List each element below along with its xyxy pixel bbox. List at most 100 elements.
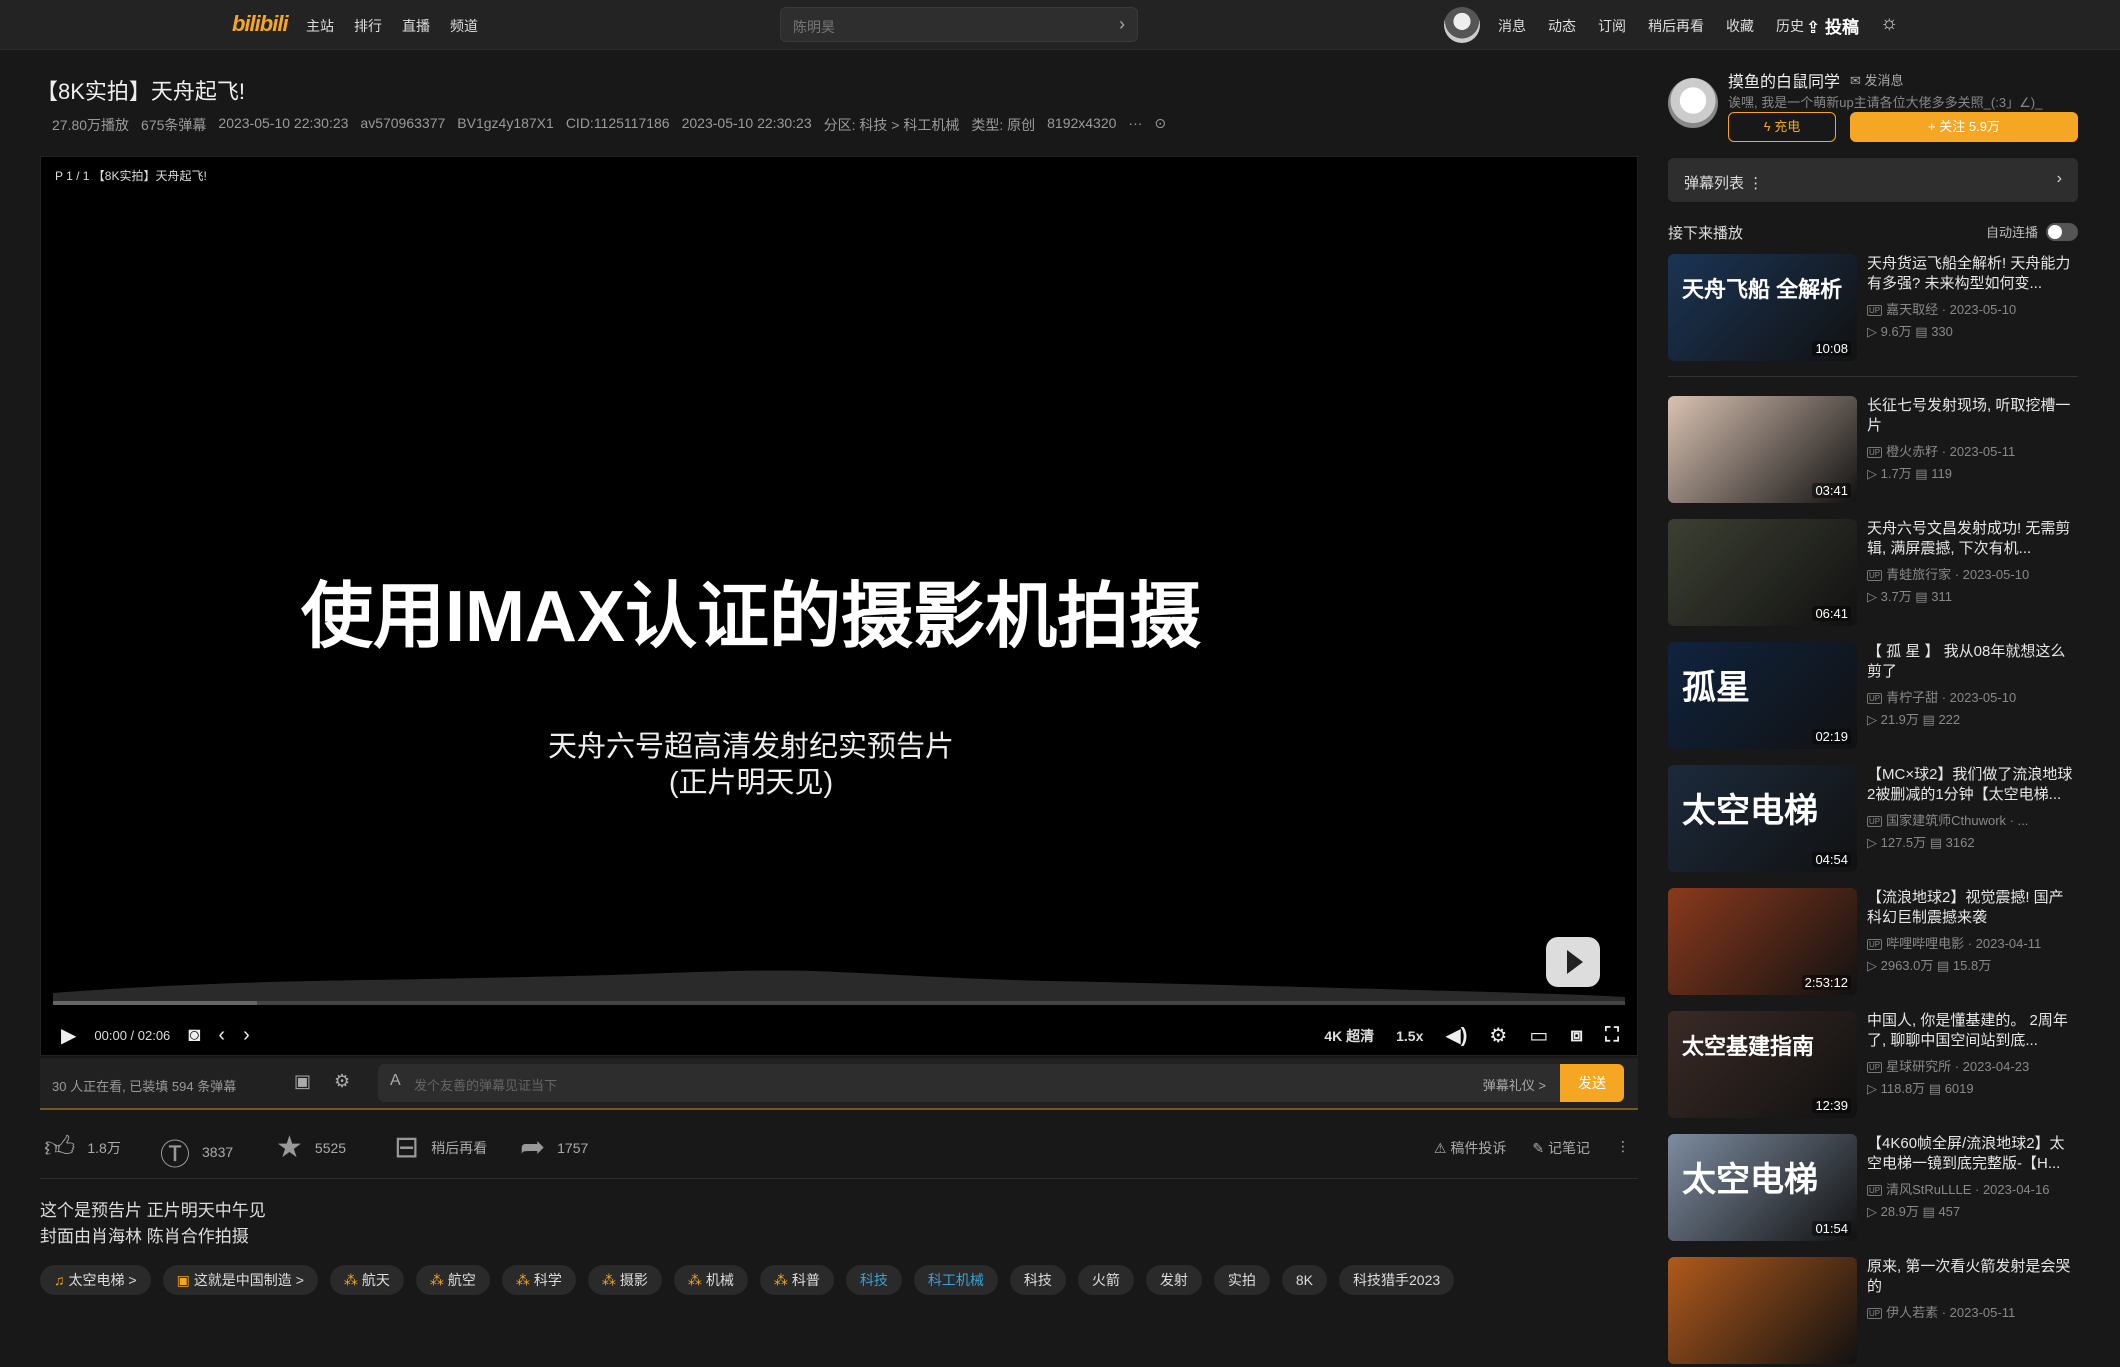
recommended-title[interactable]: 天舟货运飞船全解析! 天舟能力有多强? 未来构型如何变... [1867,254,2078,294]
quality-button[interactable]: 4K 超清 [1324,1026,1374,1046]
recommended-uploader[interactable]: UP 哔哩哔哩电影 · 2023-04-11 [1867,933,2078,952]
nav-channel[interactable]: 频道 [450,16,478,36]
nav-history[interactable]: 历史 [1776,16,1804,36]
widescreen-icon[interactable]: ▭ [1529,1023,1548,1048]
danmaku-style-icon[interactable]: A [390,1072,401,1090]
autoplay-toggle[interactable]: 自动连播 [1986,222,2078,241]
tag-item[interactable]: ⁂ 航空 [415,1265,490,1295]
recommended-title[interactable]: 中国人, 你是懂基建的。 2周年了, 聊聊中国空间站到底... [1867,1011,2078,1051]
recommended-uploader[interactable]: UP 橙火赤籽 · 2023-05-11 [1867,441,2078,460]
recommended-title[interactable]: 【 孤 星 】 我从08年就想这么剪了 [1867,642,2078,682]
recommended-uploader[interactable]: UP 伊人若素 · 2023-05-11 [1867,1302,2078,1321]
search-submit-icon[interactable]: › [1119,14,1125,35]
meta-category[interactable]: 分区: 科技 > 科工机械 [824,115,960,135]
video-thumbnail[interactable] [1668,1257,1857,1364]
nav-favorites[interactable]: 收藏 [1726,16,1754,36]
recommended-uploader[interactable]: UP 星球研究所 · 2023-04-23 [1867,1056,2078,1075]
report-button[interactable]: ⚠ 稿件投诉 [1434,1138,1506,1158]
prev-frame-icon[interactable]: ‹ [218,1024,225,1047]
play-icon[interactable]: ▶ [61,1023,76,1048]
upload-button[interactable]: ⇪ 投稿 [1806,13,1859,38]
recommended-video[interactable]: 太空电梯 04:54 【MC×球2】我们做了流浪地球2被删减的1分钟【太空电梯...… [1668,765,2078,875]
video-thumbnail[interactable]: 太空基建指南 12:39 [1668,1011,1857,1118]
screenshot-icon[interactable]: ◙ [188,1024,200,1047]
recommended-title[interactable]: 【4K60帧全屏/流浪地球2】太空电梯一镜到底完整版-【H... [1867,1134,2078,1174]
nav-live[interactable]: 直播 [402,16,430,36]
recommended-video[interactable]: 2:53:12 【流浪地球2】视觉震撼! 国产科幻巨制震撼来袭 UP 哔哩哔哩电影 ·… [1668,888,2078,998]
danmaku-list-menu-icon[interactable]: ⋮ [1748,175,1763,192]
notes-button[interactable]: ✎ 记笔记 [1532,1138,1590,1158]
user-avatar[interactable] [1444,7,1480,43]
volume-icon[interactable]: ◀) [1445,1023,1467,1048]
nav-ranking[interactable]: 排行 [354,16,382,36]
nav-home[interactable]: 主站 [306,16,334,36]
tag-item[interactable]: 科技猎手2023 [1339,1265,1455,1295]
tag-item[interactable]: ⁂ 科普 [759,1265,834,1295]
tag-item[interactable]: ⁂ 航天 [329,1265,404,1295]
nav-watch-later[interactable]: 稍后再看 [1648,16,1704,36]
tag-item[interactable]: ♫ 太空电梯 > [40,1265,151,1295]
settings-gear-icon[interactable]: ⚙ [1489,1023,1507,1048]
share-button[interactable]: ➦ 1757 [520,1130,588,1165]
more-menu-icon[interactable]: ⋮ [1616,1138,1630,1158]
video-thumbnail[interactable]: 太空电梯 01:54 [1668,1134,1857,1241]
send-message-link[interactable]: ✉ 发消息 [1850,70,1904,89]
search-input[interactable]: 陈明昊 [793,17,835,37]
bilibili-logo[interactable]: bilibili [232,11,289,37]
web-fullscreen-icon[interactable]: ⧈ [1570,1024,1583,1047]
tag-item[interactable]: 火箭 [1077,1265,1134,1295]
uploader-name[interactable]: 摸鱼的白鼠同学 [1728,68,1840,92]
video-thumbnail[interactable]: 太空电梯 04:54 [1668,765,1857,872]
video-thumbnail[interactable]: 03:41 [1668,396,1857,503]
watch-later-button[interactable]: ⊟ 稍后再看 [394,1130,487,1165]
recommended-uploader[interactable]: UP 嘉天取经 · 2023-05-10 [1867,299,2078,318]
follow-button[interactable]: + 关注 5.9万 [1850,112,2078,142]
danmaku-input[interactable]: A 发个友善的弹幕见证当下 弹幕礼仪 > [378,1064,1560,1102]
recommended-video[interactable]: 06:41 天舟六号文昌发射成功! 无需剪辑, 满屏震撼, 下次有机... UP 青蛙… [1668,519,2078,629]
send-danmaku-button[interactable]: 发送 [1560,1064,1624,1102]
search-box[interactable]: 陈明昊 › [780,7,1138,42]
recommended-uploader[interactable]: UP 清风StRuLLLE · 2023-04-16 [1867,1179,2078,1198]
recommended-title[interactable]: 【MC×球2】我们做了流浪地球2被删减的1分钟【太空电梯... [1867,765,2078,805]
recommended-uploader[interactable]: UP 国家建筑师Cthuwork · ... [1867,810,2078,829]
tag-item[interactable]: 实拍 [1213,1265,1270,1295]
theme-toggle-icon[interactable]: ☼ [1880,12,1898,35]
tag-item[interactable]: 科技 [1009,1265,1066,1295]
recommended-video[interactable]: 天舟飞船 全解析 10:08 天舟货运飞船全解析! 天舟能力有多强? 未来构型如何变… [1668,254,2078,364]
danmaku-settings-icon[interactable]: ⚙ [334,1071,350,1092]
recommended-video[interactable]: 太空基建指南 12:39 中国人, 你是懂基建的。 2周年了, 聊聊中国空间站到底.… [1668,1011,2078,1121]
autoplay-switch[interactable] [2046,222,2078,241]
video-thumbnail[interactable]: 天舟飞船 全解析 10:08 [1668,254,1857,361]
speed-button[interactable]: 1.5x [1396,1028,1423,1044]
danmaku-list-panel[interactable]: 弹幕列表 ⋮ › [1668,158,2078,202]
fullscreen-icon[interactable]: ⛶ [1605,1024,1619,1047]
recommended-video[interactable]: 太空电梯 01:54 【4K60帧全屏/流浪地球2】太空电梯一镜到底完整版-【H..… [1668,1134,2078,1244]
tag-item[interactable]: 科工机械 [913,1265,998,1295]
video-thumbnail[interactable]: 2:53:12 [1668,888,1857,995]
recommended-title[interactable]: 【流浪地球2】视觉震撼! 国产科幻巨制震撼来袭 [1867,888,2078,928]
recommended-title[interactable]: 原来, 第一次看火箭发射是会哭的 [1867,1257,2078,1297]
video-player[interactable]: P 1 / 1 【8K实拍】天舟起飞! 使用IMAX认证的摄影机拍摄 天舟六号超… [40,156,1638,1056]
recommended-title[interactable]: 天舟六号文昌发射成功! 无需剪辑, 满屏震撼, 下次有机... [1867,519,2078,559]
video-thumbnail[interactable]: 06:41 [1668,519,1857,626]
recommended-uploader[interactable]: UP 青柠子甜 · 2023-05-10 [1867,687,2078,706]
tag-item[interactable]: 科技 [845,1265,902,1295]
recommended-video[interactable]: 原来, 第一次看火箭发射是会哭的 UP 伊人若素 · 2023-05-11 [1668,1257,2078,1367]
video-thumbnail[interactable]: 孤星 02:19 [1668,642,1857,749]
recommended-uploader[interactable]: UP 青蛙旅行家 · 2023-05-10 [1867,564,2078,583]
recommended-video[interactable]: 孤星 02:19 【 孤 星 】 我从08年就想这么剪了 UP 青柠子甜 · 2023-… [1668,642,2078,752]
danmaku-toggle-icon[interactable]: ▣ [294,1071,311,1092]
coin-button[interactable]: Ⓣ 3837 [160,1130,233,1174]
next-frame-icon[interactable]: › [243,1024,250,1047]
favorite-button[interactable]: ★ 5525 [276,1130,346,1165]
tag-item[interactable]: 发射 [1145,1265,1202,1295]
recommended-video[interactable]: 03:41 长征七号发射现场, 听取挖槽一片 UP 橙火赤籽 · 2023-05-11… [1668,396,2078,506]
meta-settings-icon[interactable]: ⊙ [1154,115,1166,135]
nav-dynamics[interactable]: 动态 [1548,16,1576,36]
progress-bar[interactable] [53,1001,1625,1005]
tag-item[interactable]: ⁂ 科学 [501,1265,576,1295]
charge-button[interactable]: ϟ 充电 [1728,112,1836,142]
nav-messages[interactable]: 消息 [1498,16,1526,36]
tag-item[interactable]: ⁂ 摄影 [587,1265,662,1295]
bilibili-tv-play-icon[interactable] [1546,937,1600,987]
